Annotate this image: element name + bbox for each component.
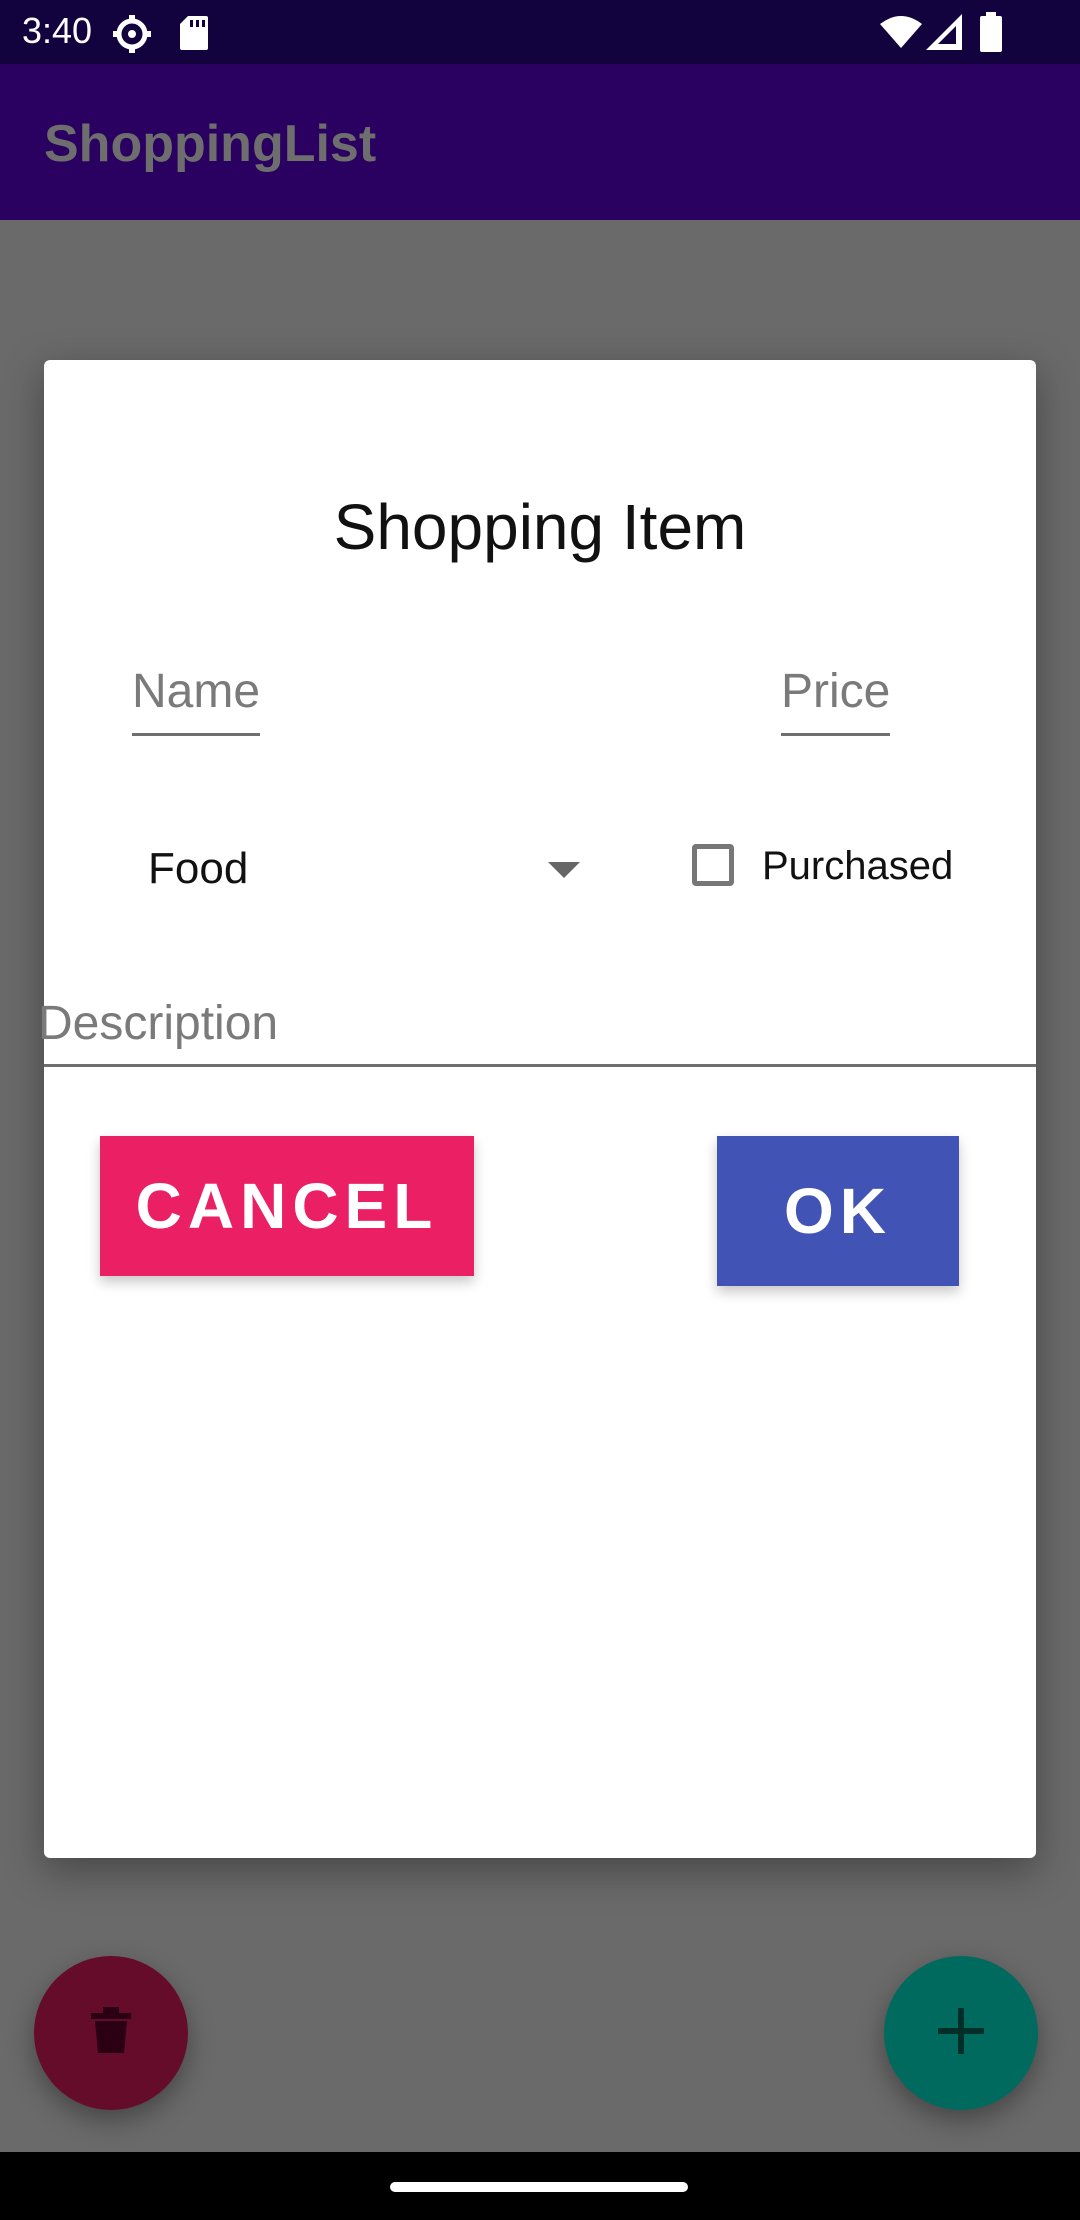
- purchased-label: Purchased: [762, 844, 954, 888]
- price-field[interactable]: Price: [781, 664, 891, 736]
- wifi-icon: [880, 16, 922, 53]
- name-field[interactable]: Name: [132, 664, 261, 736]
- name-field-placeholder: Name: [132, 665, 261, 718]
- cancel-button[interactable]: CANCEL: [100, 1136, 474, 1276]
- settings-gear-icon: [112, 14, 152, 59]
- app-title: ShoppingList: [44, 115, 377, 173]
- trash-icon: [91, 2006, 131, 2060]
- status-time: 3:40: [22, 10, 93, 51]
- status-bar: 3:40: [0, 0, 1080, 64]
- signal-icon: [926, 14, 962, 55]
- checkbox-icon[interactable]: [692, 844, 734, 886]
- plus-icon: [938, 2007, 984, 2059]
- price-field-placeholder: Price: [781, 665, 891, 718]
- delete-fab[interactable]: [34, 1956, 188, 2110]
- shopping-item-dialog: Shopping Item Name Price Food Purchased …: [38, 360, 1036, 1858]
- description-underline: [44, 1064, 1036, 1067]
- app-bar: ShoppingList: [0, 64, 1080, 220]
- category-spinner-value: Food: [148, 844, 249, 893]
- dialog-title: Shopping Item: [333, 491, 747, 563]
- dropdown-arrow-icon: [548, 862, 580, 878]
- battery-icon: [980, 12, 1002, 57]
- sd-card-icon: [180, 16, 208, 55]
- description-field-placeholder: Description: [38, 997, 279, 1050]
- home-gesture-handle[interactable]: [390, 2182, 688, 2192]
- ok-button[interactable]: OK: [717, 1136, 959, 1286]
- add-fab[interactable]: [884, 1956, 1038, 2110]
